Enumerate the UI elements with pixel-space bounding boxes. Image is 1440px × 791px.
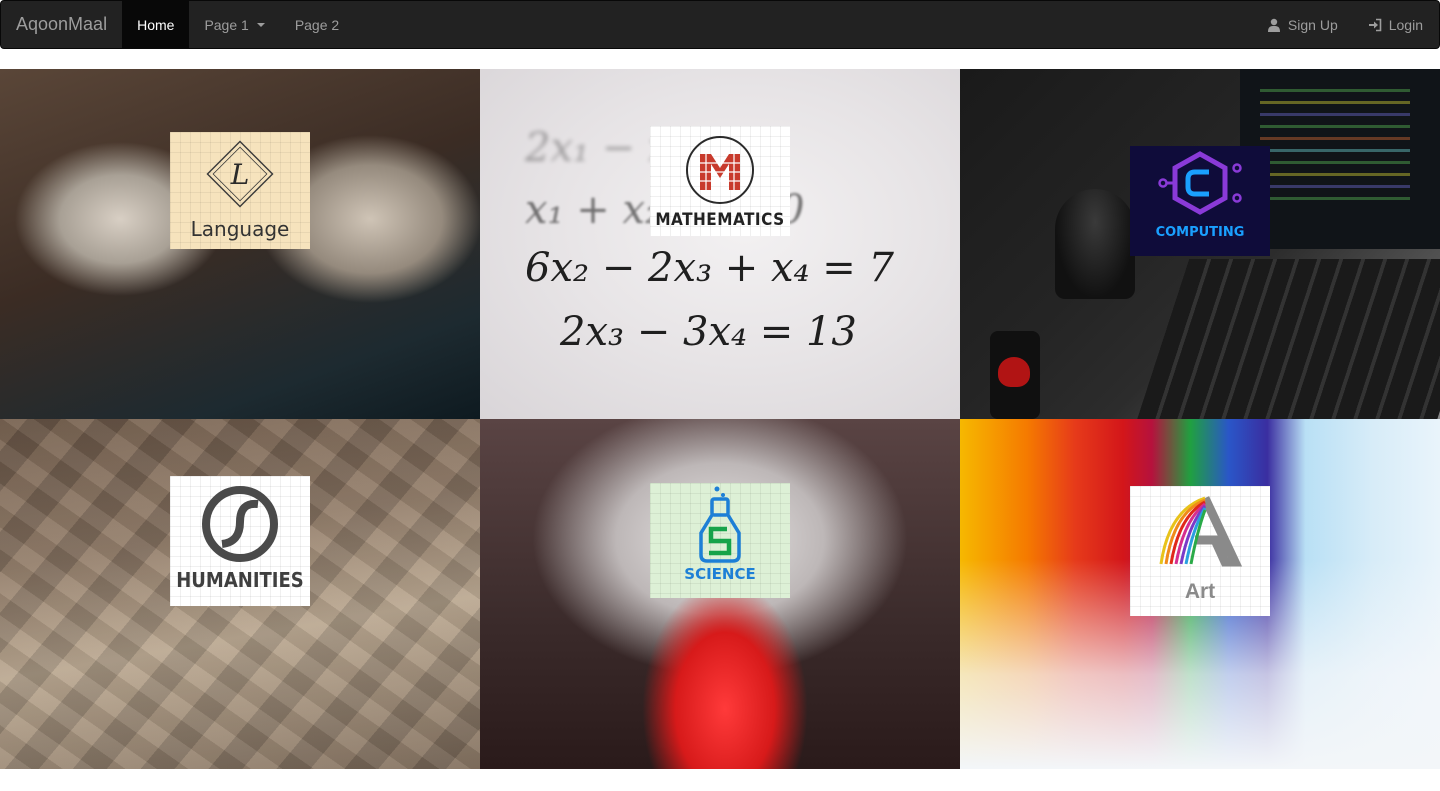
nav-signup-label: Sign Up [1287,16,1338,33]
science-label: SCIENCE [684,565,756,583]
login-icon [1368,18,1382,31]
circuit-c-icon [1158,151,1242,215]
mathematics-background-photo: 2x₁ − x₃ = 7 x₁ + x₂ = −10 6x₂ − 2x₃ + x… [480,69,960,419]
language-label: Language [190,217,290,241]
nav-left: Home Page 1 Page 2 [122,1,354,48]
top-navbar: AqoonMaal Home Page 1 Page 2 Sign Up Log… [0,0,1440,49]
humanities-label: HUMANITIES [176,568,304,592]
mathematics-label: MATHEMATICS [655,210,785,230]
nav-login-label: Login [1388,16,1423,33]
math-equation-line-4: 2x₃ − 3x₄ = 13 [560,309,857,355]
laptop-screen [1240,69,1440,249]
language-diamond-icon: L [206,140,274,208]
nav-page2-label: Page 2 [294,16,340,33]
nav-page1-dropdown[interactable]: Page 1 [189,1,279,48]
nav-home-label: Home [137,16,175,33]
tile-computing[interactable]: COMPUTING [960,69,1440,419]
interlocking-s-icon [202,486,278,562]
brand-link[interactable]: AqoonMaal [1,1,122,48]
tile-humanities[interactable]: HUMANITIES [0,419,480,769]
nav-right: Sign Up Login [1252,1,1438,48]
laptop-keyboard [1130,259,1440,419]
art-logo: Art [1130,486,1270,616]
nav-page1-label: Page 1 [204,16,249,33]
heart-sticker [998,357,1030,387]
camera-lens [1055,189,1135,299]
tile-language[interactable]: L Language [0,69,480,419]
caret-down-icon [256,22,265,27]
humanities-logo: HUMANITIES [170,476,310,606]
nav-login[interactable]: Login [1353,1,1438,48]
subject-grid: L Language 2x₁ − x₃ = 7 x₁ + x₂ = −10 6x… [0,69,1440,769]
art-label: Art [1184,580,1216,603]
science-logo: SCIENCE [650,483,790,598]
flask-icon [699,486,741,563]
code-lines [1260,89,1410,92]
math-equation-line-3: 6x₂ − 2x₃ + x₄ = 7 [525,245,894,291]
computing-label: COMPUTING [1155,225,1245,240]
nav-signup[interactable]: Sign Up [1252,1,1353,48]
user-icon [1267,18,1280,32]
computing-logo: COMPUTING [1130,146,1270,256]
language-logo-letter: L [230,158,250,191]
nav-page2[interactable]: Page 2 [280,1,354,48]
tile-mathematics[interactable]: 2x₁ − x₃ = 7 x₁ + x₂ = −10 6x₂ − 2x₃ + x… [480,69,960,419]
tile-science[interactable]: SCIENCE [480,419,960,769]
mathematics-logo: MATHEMATICS [650,126,790,236]
brick-m-icon [686,136,754,204]
nav-home[interactable]: Home [122,1,190,48]
language-logo: L Language [170,132,310,249]
tile-art[interactable]: Art [960,419,1440,769]
rainbow-a-icon [1159,496,1243,567]
